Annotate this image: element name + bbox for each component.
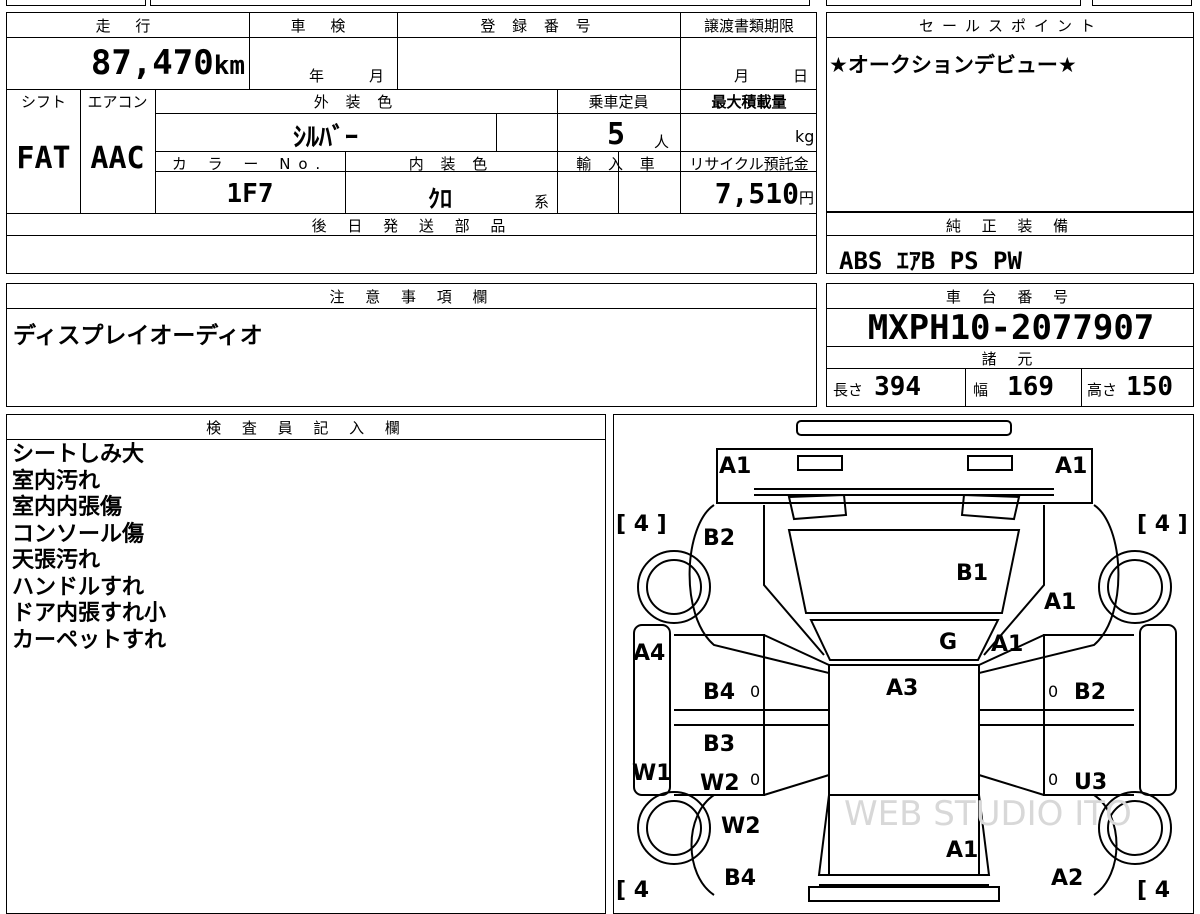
shift-label: シフト — [20, 93, 66, 111]
inspector-note: 室内汚れ — [12, 468, 101, 494]
damage-mark: W2 — [700, 771, 740, 796]
damage-mark: 0 — [750, 770, 760, 789]
damage-mark: 0 — [1048, 682, 1058, 701]
transfer-month-unit: 月 — [734, 67, 750, 85]
damage-mark: B2 — [1074, 680, 1106, 705]
exterior-color-value: ｼﾙﾊﾞｰ — [292, 123, 358, 153]
tire-tread-fl: [ 4 ] — [616, 512, 667, 537]
spec-label: 諸 元 — [981, 350, 1041, 368]
notes-panel: 注 意 事 項 欄 ディスプレイオーディオ — [6, 283, 817, 407]
mileage-value: 87,470km — [90, 43, 245, 83]
inspector-notes: シートしみ大 室内汚れ 室内内張傷 コンソール傷 天張汚れ ハンドルすれ ドア内… — [12, 442, 166, 654]
inspector-note: 室内内張傷 — [12, 495, 123, 520]
max-load-label: 最大積載量 — [711, 93, 787, 111]
tire-tread-rr: [ 4 — [1137, 878, 1170, 903]
damage-mark: B4 — [703, 680, 735, 705]
car-damage-diagram: [ 4 ] [ 4 ] [ 4 [ 4 A1 A1 B2 B1 A1 G A1 … — [613, 414, 1194, 914]
damage-mark: B2 — [703, 526, 735, 551]
inspector-note: ドア内張すれ小 — [12, 601, 167, 626]
damage-mark: B1 — [956, 561, 988, 586]
shaken-label: 車 検 — [290, 17, 356, 35]
length-cell: 長さ 394 — [833, 372, 922, 402]
vehicle-info-table: 走 行 車 検 登 録 番 号 譲渡書類期限 87,470km 年 月 月 日 … — [6, 12, 817, 274]
notes-label: 注 意 事 項 欄 — [329, 288, 496, 306]
damage-mark: B4 — [724, 866, 756, 891]
car-outline: [ 4 ] [ 4 ] [ 4 [ 4 A1 A1 B2 B1 A1 G A1 … — [616, 420, 1188, 903]
sales-point-text: ★オークションデビュー★ — [829, 53, 1077, 77]
import-label: 輸 入 車 — [576, 155, 661, 173]
damage-mark: A1 — [1055, 454, 1087, 479]
shift-value: FAT — [16, 141, 71, 176]
height-cell: 高さ 150 — [1087, 372, 1174, 402]
equipment-panel: 純 正 装 備 ABS ｴｱB PS PW — [826, 212, 1194, 275]
damage-mark: 0 — [750, 682, 760, 701]
damage-mark: G — [939, 630, 957, 655]
damage-mark: W2 — [721, 814, 761, 839]
damage-mark: A1 — [946, 838, 978, 863]
inspector-note: 天張汚れ — [12, 548, 101, 573]
recycle-value: 7,510円 — [714, 177, 814, 210]
top-strip — [0, 0, 1200, 6]
damage-mark: A4 — [633, 641, 665, 666]
damage-mark: 0 — [1048, 770, 1058, 789]
transfer-day-unit: 日 — [793, 67, 809, 85]
inspector-note: コンソール傷 — [12, 521, 145, 547]
chassis-label: 車 台 番 号 — [945, 288, 1077, 306]
later-parts-label: 後 日 発 送 部 品 — [311, 217, 514, 235]
sales-point-panel: セールスポイント ★オークションデビュー★ — [826, 12, 1194, 212]
capacity-value: 5 — [607, 117, 626, 152]
inspector-note: カーペットすれ — [12, 627, 167, 653]
damage-mark: A1 — [719, 454, 751, 479]
interior-color-label: 内 装 色 — [408, 155, 494, 173]
interior-color-suffix: 系 — [534, 193, 550, 211]
damage-mark: B3 — [703, 732, 735, 757]
mileage-label: 走 行 — [95, 17, 161, 35]
color-no-label: カ ラ ー No. — [171, 155, 329, 173]
chassis-panel: 車 台 番 号 MXPH10-2077907 諸 元 長さ 394 幅 169 … — [826, 283, 1194, 407]
reg-number-label: 登 録 番 号 — [480, 17, 597, 35]
exterior-color-label: 外 装 色 — [313, 93, 399, 111]
sales-point-label: セールスポイント — [918, 17, 1103, 35]
aircon-value: AAC — [90, 141, 145, 176]
capacity-label: 乗車定員 — [588, 93, 649, 111]
max-load-unit: kg — [795, 127, 815, 146]
inspector-note: ハンドルすれ — [12, 574, 145, 600]
shaken-month-unit: 月 — [369, 67, 385, 85]
inspector-panel: 検 査 員 記 入 欄 シートしみ大 室内汚れ 室内内張傷 コンソール傷 天張汚… — [6, 414, 606, 914]
inspector-label: 検 査 員 記 入 欄 — [206, 419, 408, 437]
damage-mark: A3 — [886, 676, 918, 701]
shaken-year-unit: 年 — [309, 67, 325, 85]
notes-text: ディスプレイオーディオ — [13, 323, 263, 349]
tire-tread-fr: [ 4 ] — [1137, 512, 1188, 537]
equipment-label: 純 正 装 備 — [945, 217, 1077, 235]
damage-mark: U3 — [1074, 770, 1107, 795]
damage-mark: A1 — [1044, 590, 1076, 615]
interior-color-value: ｸﾛ — [428, 185, 452, 213]
transfer-deadline-label: 譲渡書類期限 — [703, 17, 794, 35]
tire-tread-rl: [ 4 — [616, 878, 649, 903]
color-no-value: 1F7 — [226, 179, 274, 209]
damage-mark: A2 — [1051, 866, 1083, 891]
damage-mark: W1 — [632, 761, 672, 786]
watermark: WEB STUDIO ITO — [844, 794, 1132, 834]
recycle-label: リサイクル預託金 — [689, 155, 809, 173]
width-cell: 幅 169 — [973, 372, 1055, 402]
inspector-note: シートしみ大 — [12, 442, 145, 467]
damage-mark: A1 — [991, 632, 1023, 657]
equipment-text: ABS ｴｱB PS PW — [839, 247, 1022, 275]
chassis-number: MXPH10-2077907 — [867, 308, 1155, 348]
capacity-unit: 人 — [654, 133, 670, 151]
aircon-label: エアコン — [87, 93, 148, 111]
